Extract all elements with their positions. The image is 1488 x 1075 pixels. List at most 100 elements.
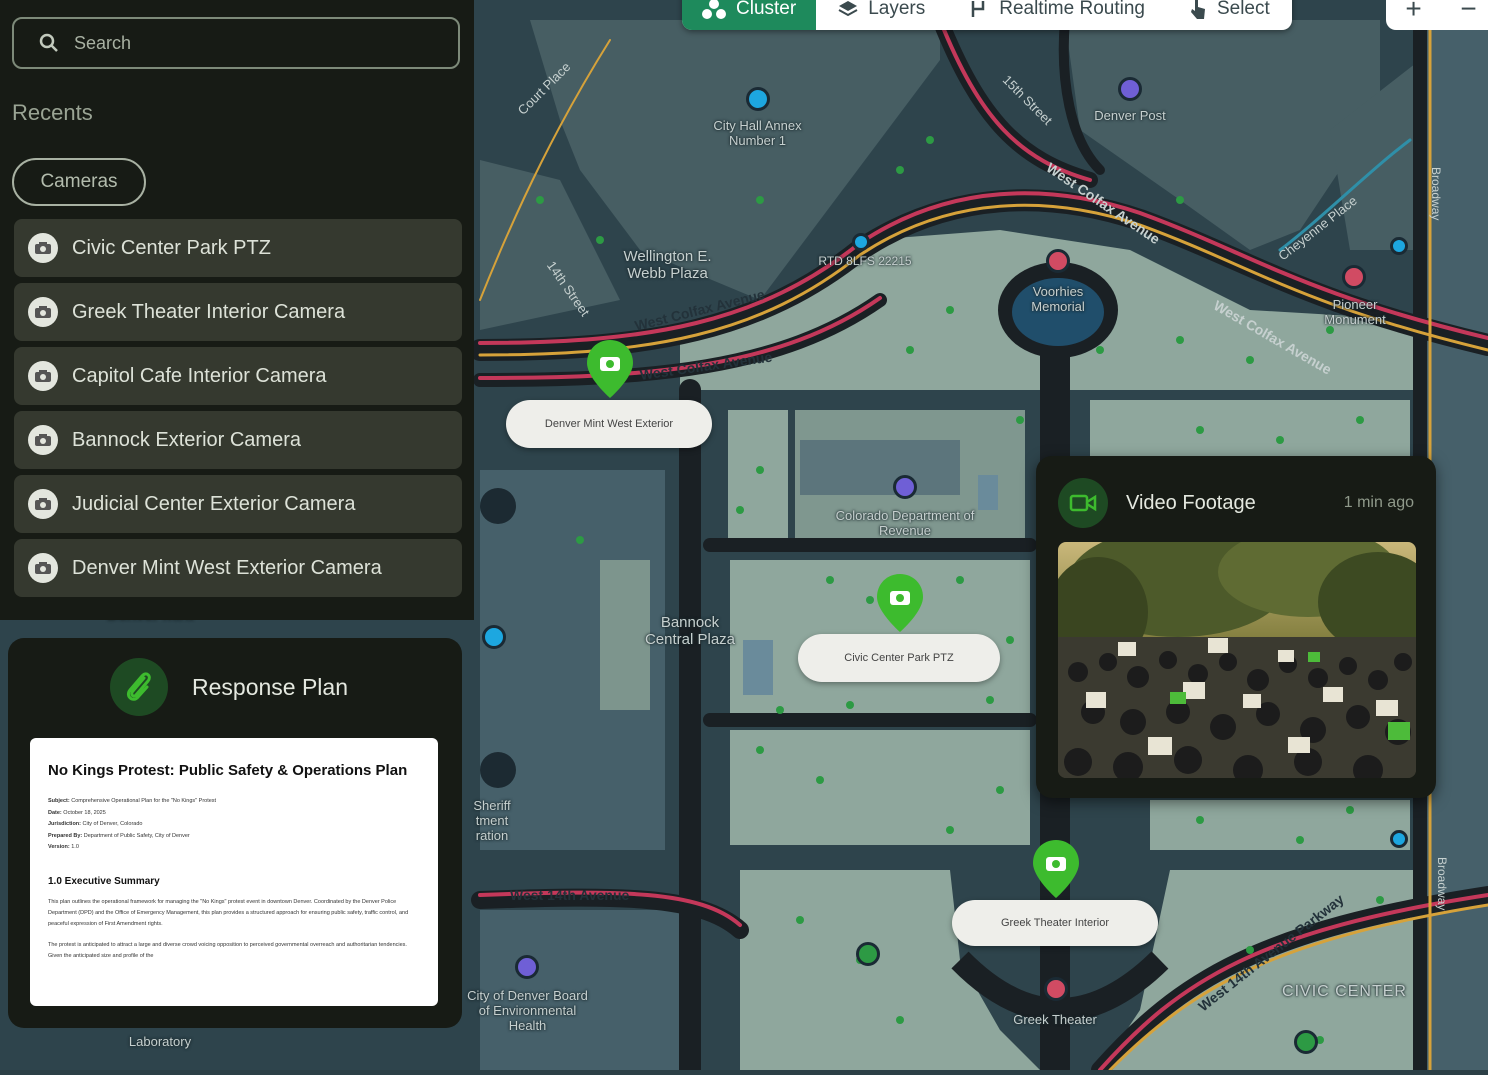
recent-camera-label: Greek Theater Interior Camera (72, 300, 346, 323)
recent-camera-label: Judicial Center Exterior Camera (72, 492, 356, 515)
colorado-rev-label: Colorado Department of Revenue (835, 508, 975, 538)
doc-section-title: 1.0 Executive Summary (48, 875, 160, 887)
doc-meta-row: Jurisdiction: City of Denver, Colorado (48, 819, 420, 831)
street-14th-avenue: West 14th Avenue (510, 887, 630, 903)
colorado-rev-poi-icon[interactable] (893, 475, 917, 499)
routing-icon (971, 1, 985, 17)
doc-meta-value: Department of Public Safety, City of Den… (83, 832, 190, 839)
crowd-footage-image (1058, 542, 1416, 778)
cluster-label: Cluster (736, 0, 797, 19)
doc-meta-key: Prepared By: (48, 832, 83, 839)
select-label: Select (1216, 0, 1270, 19)
doc-title: No Kings Protest: Public Safety & Operat… (48, 762, 408, 779)
street-broadway: Broadway (1429, 167, 1443, 221)
bannock-label: Bannock Central Plaza (644, 614, 736, 648)
plan-document-preview[interactable]: No Kings Protest: Public Safety & Operat… (30, 738, 438, 1006)
cluster-icon (702, 0, 726, 19)
response-plan-title: Response Plan (192, 673, 348, 700)
marker-label-denver-mint[interactable]: Denver Mint West Exterior (506, 400, 712, 448)
doc-meta-row: Subject: Comprehensive Operational Plan … (48, 796, 420, 808)
response-plan-header: Response Plan (110, 658, 348, 716)
pioneer-label: Pioneer Monument (1324, 297, 1386, 327)
camera-icon (28, 425, 58, 455)
doc-meta-key: Date: (48, 809, 62, 816)
recent-camera-item[interactable]: Civic Center Park PTZ (14, 219, 462, 277)
bus-stop-icon-2[interactable] (1390, 237, 1408, 255)
rtd-label: RTD 8LFS 22215 (818, 254, 912, 268)
camera-marker-denver-mint-icon[interactable] (584, 338, 636, 400)
doc-meta: Subject: Comprehensive Operational Plan … (48, 796, 420, 854)
transit-poi-icon[interactable] (482, 625, 506, 649)
civic-center-label: CIVIC CENTER (1282, 983, 1407, 1000)
search-input[interactable]: Search (12, 17, 460, 69)
search-placeholder: Search (74, 32, 132, 53)
pointer-hand-icon (1190, 0, 1205, 19)
map-toolbar: Cluster Layers Realtime Routing Select (682, 0, 1292, 30)
city-hall-poi-icon[interactable] (746, 87, 770, 111)
select-button[interactable]: Select (1167, 0, 1292, 30)
city-board-poi-icon[interactable] (515, 955, 539, 979)
recent-camera-item[interactable]: Greek Theater Interior Camera (14, 283, 462, 341)
paperclip-icon (110, 658, 168, 716)
search-icon (39, 33, 58, 52)
doc-meta-row: Prepared By: Department of Public Safety… (48, 831, 420, 843)
video-timestamp: 1 min ago (1343, 494, 1414, 511)
greek-theater-poi-icon[interactable] (1044, 977, 1068, 1001)
video-thumbnail[interactable] (1058, 542, 1416, 778)
recents-heading: Recents (12, 100, 93, 125)
realtime-routing-button[interactable]: Realtime Routing (947, 0, 1167, 30)
greek-theater-label: Greek Theater (1013, 1012, 1097, 1027)
denver-post-label: Denver Post (1094, 108, 1166, 123)
camera-marker-greek-theater-icon[interactable] (1030, 838, 1082, 900)
camera-icon (28, 553, 58, 583)
doc-meta-value: October 18, 2025 (63, 809, 106, 816)
recents-panel: Search Recents Cameras Civic Center Park… (0, 0, 474, 620)
doc-meta-key: Subject: (48, 798, 70, 804)
recents-list: Civic Center Park PTZ Greek Theater Inter… (14, 219, 462, 603)
recent-camera-label: Civic Center Park PTZ (72, 236, 271, 259)
sheriff-label: Sheriff tment ration (473, 798, 511, 843)
video-title: Video Footage (1126, 491, 1256, 514)
bus-stop-icon-3[interactable] (1390, 830, 1408, 848)
doc-paragraph-2: The protest is anticipated to attract a … (48, 941, 407, 959)
doc-meta-value: 1.0 (71, 844, 79, 850)
marker-label-greek-theater[interactable]: Greek Theater Interior (952, 900, 1158, 946)
zoom-in-button[interactable]: + (1405, 0, 1421, 25)
doc-meta-key: Version: (48, 844, 70, 850)
camera-icon (28, 297, 58, 327)
recent-camera-item[interactable]: Judicial Center Exterior Camera (14, 475, 462, 533)
bus-stop-icon[interactable] (852, 233, 870, 251)
cluster-button[interactable]: Cluster (682, 0, 817, 30)
denver-post-poi-icon[interactable] (1118, 77, 1142, 101)
camera-icon (28, 489, 58, 519)
response-plan-card[interactable]: Response Plan No Kings Protest: Public S… (8, 638, 462, 1028)
video-camera-icon (1058, 478, 1108, 528)
camera-icon (28, 233, 58, 263)
pioneer-poi-icon[interactable] (1342, 265, 1366, 289)
wellington-label: Wellington E. Webb Plaza (623, 248, 712, 282)
recent-camera-label: Denver Mint West Exterior Camera (72, 556, 382, 579)
filter-chip-cameras[interactable]: Cameras (12, 158, 146, 206)
recent-camera-label: Capitol Cafe Interior Camera (72, 364, 327, 387)
park-poi-icon[interactable] (856, 942, 880, 966)
city-board-label: City of Denver Board of Environmental He… (467, 988, 588, 1033)
zoom-controls: + − (1386, 0, 1488, 30)
video-footage-card[interactable]: Video Footage 1 min ago (1036, 456, 1436, 798)
recent-camera-label: Bannock Exterior Camera (72, 428, 301, 451)
camera-marker-civic-center-icon[interactable] (874, 572, 926, 634)
layers-button[interactable]: Layers (816, 0, 947, 30)
street-broadway-lower: Broadway (1435, 857, 1449, 911)
voorhies-poi-icon[interactable] (1046, 249, 1070, 273)
zoom-out-button[interactable]: − (1460, 0, 1476, 25)
recent-camera-item[interactable]: Denver Mint West Exterior Camera (14, 539, 462, 597)
city-hall-label: City Hall Annex Number 1 (713, 118, 802, 148)
routing-label: Realtime Routing (999, 0, 1145, 19)
layers-icon (838, 1, 858, 17)
park-poi-icon-2[interactable] (1294, 1030, 1318, 1054)
recent-camera-item[interactable]: Capitol Cafe Interior Camera (14, 347, 462, 405)
doc-paragraph-1: This plan outlines the operational frame… (48, 898, 409, 927)
marker-label-civic-center[interactable]: Civic Center Park PTZ (798, 634, 1000, 682)
camera-icon (28, 361, 58, 391)
voorhies-label: Voorhies Memorial (1031, 284, 1085, 314)
recent-camera-item[interactable]: Bannock Exterior Camera (14, 411, 462, 469)
